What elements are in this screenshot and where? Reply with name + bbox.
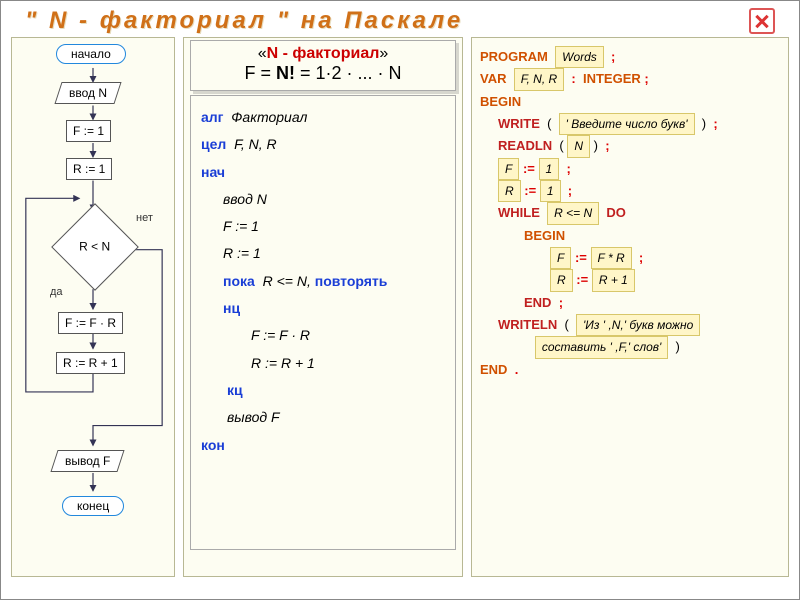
page-title: " N - факториал " на Паскале <box>25 7 463 35</box>
flow-f1: F := 1 <box>66 120 111 142</box>
flow-output: вывод F <box>50 450 124 472</box>
flow-r1: R := 1 <box>66 158 112 180</box>
flow-body1: F := F · R <box>58 312 123 334</box>
flow-yes-label: да <box>50 286 63 298</box>
algo-panel: «N - факториал» F = N! = 1·2 · ... · N а… <box>183 37 463 577</box>
flow-end: конец <box>62 496 124 516</box>
algo-header: «N - факториал» F = N! = 1·2 · ... · N <box>190 40 456 91</box>
flow-input: ввод N <box>54 82 121 104</box>
flowchart-panel: начало ввод N F := 1 R := 1 R < N да нет… <box>11 37 175 577</box>
flow-no-label: нет <box>136 212 153 224</box>
flow-begin: начало <box>56 44 126 64</box>
flow-decision: R < N <box>51 203 139 291</box>
flow-body2: R := R + 1 <box>56 352 125 374</box>
close-icon[interactable] <box>749 8 775 34</box>
pascal-panel: PROGRAM Words ; VAR F, N, R : INTEGER ; … <box>471 37 789 577</box>
algo-body: алг Факториал цел F, N, R нач ввод N F :… <box>190 95 456 550</box>
